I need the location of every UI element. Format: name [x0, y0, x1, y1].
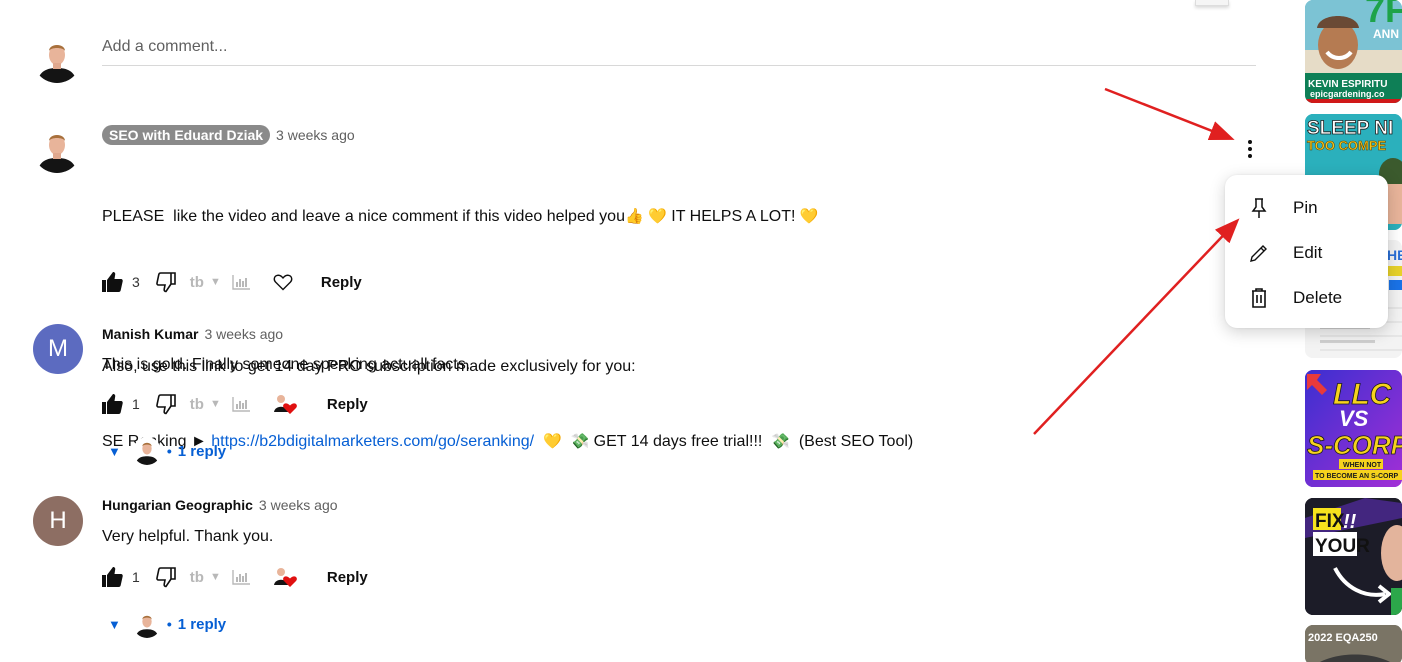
menu-item-pin[interactable]: Pin — [1225, 185, 1388, 230]
thumb-title: 2022 EQA250 — [1308, 632, 1378, 644]
view-replies-button[interactable]: ▼ • 1 reply — [108, 437, 226, 465]
top-button-edge — [1195, 0, 1229, 6]
replies-count[interactable]: 1 reply — [178, 616, 226, 633]
like-count: 1 — [132, 569, 140, 585]
like-count: 3 — [132, 274, 140, 290]
video-thumbnail[interactable]: 7F ANN KEVIN ESPIRITU epicgardening.co — [1305, 0, 1402, 103]
related-videos-sidebar: 7F ANN KEVIN ESPIRITU epicgardening.co S… — [1305, 0, 1402, 662]
caret-down-icon[interactable]: ▼ — [210, 571, 221, 583]
comment-actions: 3 tb ▼ Reply — [100, 269, 362, 295]
thumb-subtitle: TOO COMPE — [1307, 138, 1387, 153]
video-thumbnail[interactable]: FIX !! YOUR — [1305, 498, 1402, 615]
thumb-subtitle: ANN — [1373, 27, 1399, 41]
trash-icon — [1247, 286, 1271, 310]
author-name[interactable]: Hungarian Geographic — [102, 497, 253, 513]
reply-author-avatar — [132, 437, 161, 465]
reply-button[interactable]: Reply — [327, 396, 368, 413]
comment-author-avatar[interactable]: M — [33, 324, 83, 374]
thumb-subtitle2: S-CORP — [1307, 430, 1402, 460]
menu-item-label: Delete — [1293, 287, 1343, 307]
separator-dot: • — [166, 443, 172, 459]
reply-button[interactable]: Reply — [321, 274, 362, 291]
thumb-title: HE — [1387, 247, 1402, 263]
creator-heart-icon[interactable] — [273, 565, 299, 589]
like-icon[interactable] — [100, 270, 124, 294]
tubebuddy-icon[interactable]: tb — [190, 569, 204, 586]
dislike-icon[interactable] — [154, 270, 178, 294]
thumb-caption2: epicgardening.co — [1310, 89, 1385, 99]
view-replies-button[interactable]: ▼ • 1 reply — [108, 610, 226, 638]
comment-time[interactable]: 3 weeks ago — [259, 497, 338, 513]
dislike-icon[interactable] — [154, 565, 178, 589]
seranking-link[interactable]: https://b2bdigitalmarketers.com/go/seran… — [211, 433, 534, 450]
video-thumbnail[interactable]: LLC VS S-CORP WHEN NOT TO BECOME AN S-CO… — [1305, 370, 1402, 487]
avatar-letter: H — [49, 507, 67, 534]
avatar-letter: M — [48, 335, 68, 362]
menu-item-label: Pin — [1293, 197, 1318, 217]
comment-header: SEO with Eduard Dziak 3 weeks ago — [102, 125, 355, 145]
comment-text: This is gold. Finally someone speaking a… — [102, 356, 471, 373]
add-comment-input[interactable]: Add a comment... — [102, 36, 1256, 66]
menu-item-delete[interactable]: Delete — [1225, 275, 1388, 320]
menu-item-label: Edit — [1293, 242, 1323, 262]
creator-heart-icon[interactable] — [273, 392, 299, 416]
separator-dot: • — [166, 616, 172, 632]
kebab-dot — [1248, 154, 1252, 158]
comment-header: Hungarian Geographic 3 weeks ago — [102, 497, 338, 513]
thumb-subtitle2: YOUR — [1315, 536, 1370, 557]
comment-author-avatar[interactable] — [33, 125, 81, 173]
comment-header: Manish Kumar 3 weeks ago — [102, 326, 283, 342]
thumb-subtitle: VS — [1339, 406, 1369, 431]
kebab-dot — [1248, 140, 1252, 144]
annotation-arrow-to-pin — [1033, 218, 1240, 435]
video-thumbnail[interactable]: 2022 EQA250 — [1305, 625, 1402, 662]
dislike-icon[interactable] — [154, 392, 178, 416]
comment-time[interactable]: 3 weeks ago — [276, 127, 355, 143]
comment-context-menu: Pin Edit Delete — [1225, 175, 1388, 328]
like-icon[interactable] — [100, 565, 124, 589]
comment-time[interactable]: 3 weeks ago — [204, 326, 283, 342]
stats-icon[interactable] — [231, 273, 251, 291]
thumb-subtitle: !! — [1343, 511, 1357, 533]
stats-icon[interactable] — [231, 568, 251, 586]
thumb-title: 7F — [1365, 0, 1402, 30]
comment-line: PLEASE like the video and leave a nice c… — [102, 208, 819, 225]
caret-down-icon: ▼ — [108, 616, 121, 632]
menu-item-edit[interactable]: Edit — [1225, 230, 1388, 275]
thumb-title: SLEEP NI — [1307, 118, 1393, 139]
caret-down-icon: ▼ — [108, 443, 121, 459]
more-actions-button[interactable] — [1240, 136, 1260, 162]
reply-button[interactable]: Reply — [327, 569, 368, 586]
like-count: 1 — [132, 396, 140, 412]
heart-outline-icon[interactable] — [273, 273, 293, 291]
like-icon[interactable] — [100, 392, 124, 416]
pencil-icon — [1247, 241, 1271, 265]
thumb-caption: WHEN NOT — [1343, 462, 1382, 469]
tubebuddy-icon[interactable]: tb — [190, 274, 204, 291]
reply-author-avatar — [132, 610, 161, 638]
channel-owner-badge[interactable]: SEO with Eduard Dziak — [102, 125, 271, 145]
comment-text: PLEASE like the video and leave a nice c… — [102, 154, 913, 479]
author-name[interactable]: Manish Kumar — [102, 326, 198, 342]
comment-author-avatar[interactable]: H — [33, 496, 83, 546]
comment-text: Very helpful. Thank you. — [102, 528, 274, 545]
replies-count[interactable]: 1 reply — [178, 443, 226, 460]
pin-icon — [1247, 196, 1271, 220]
stats-icon[interactable] — [231, 395, 251, 413]
thumb-title: FIX — [1315, 511, 1345, 532]
comment-actions: 1 tb ▼ Reply — [100, 564, 368, 590]
kebab-dot — [1248, 147, 1252, 151]
user-avatar — [33, 35, 81, 83]
annotation-arrow-to-kebab — [1104, 87, 1235, 141]
comment-actions: 1 tb ▼ Reply — [100, 391, 368, 417]
tubebuddy-icon[interactable]: tb — [190, 396, 204, 413]
caret-down-icon[interactable]: ▼ — [210, 276, 221, 288]
caret-down-icon[interactable]: ▼ — [210, 398, 221, 410]
thumb-caption2: TO BECOME AN S-CORP — [1315, 473, 1399, 480]
